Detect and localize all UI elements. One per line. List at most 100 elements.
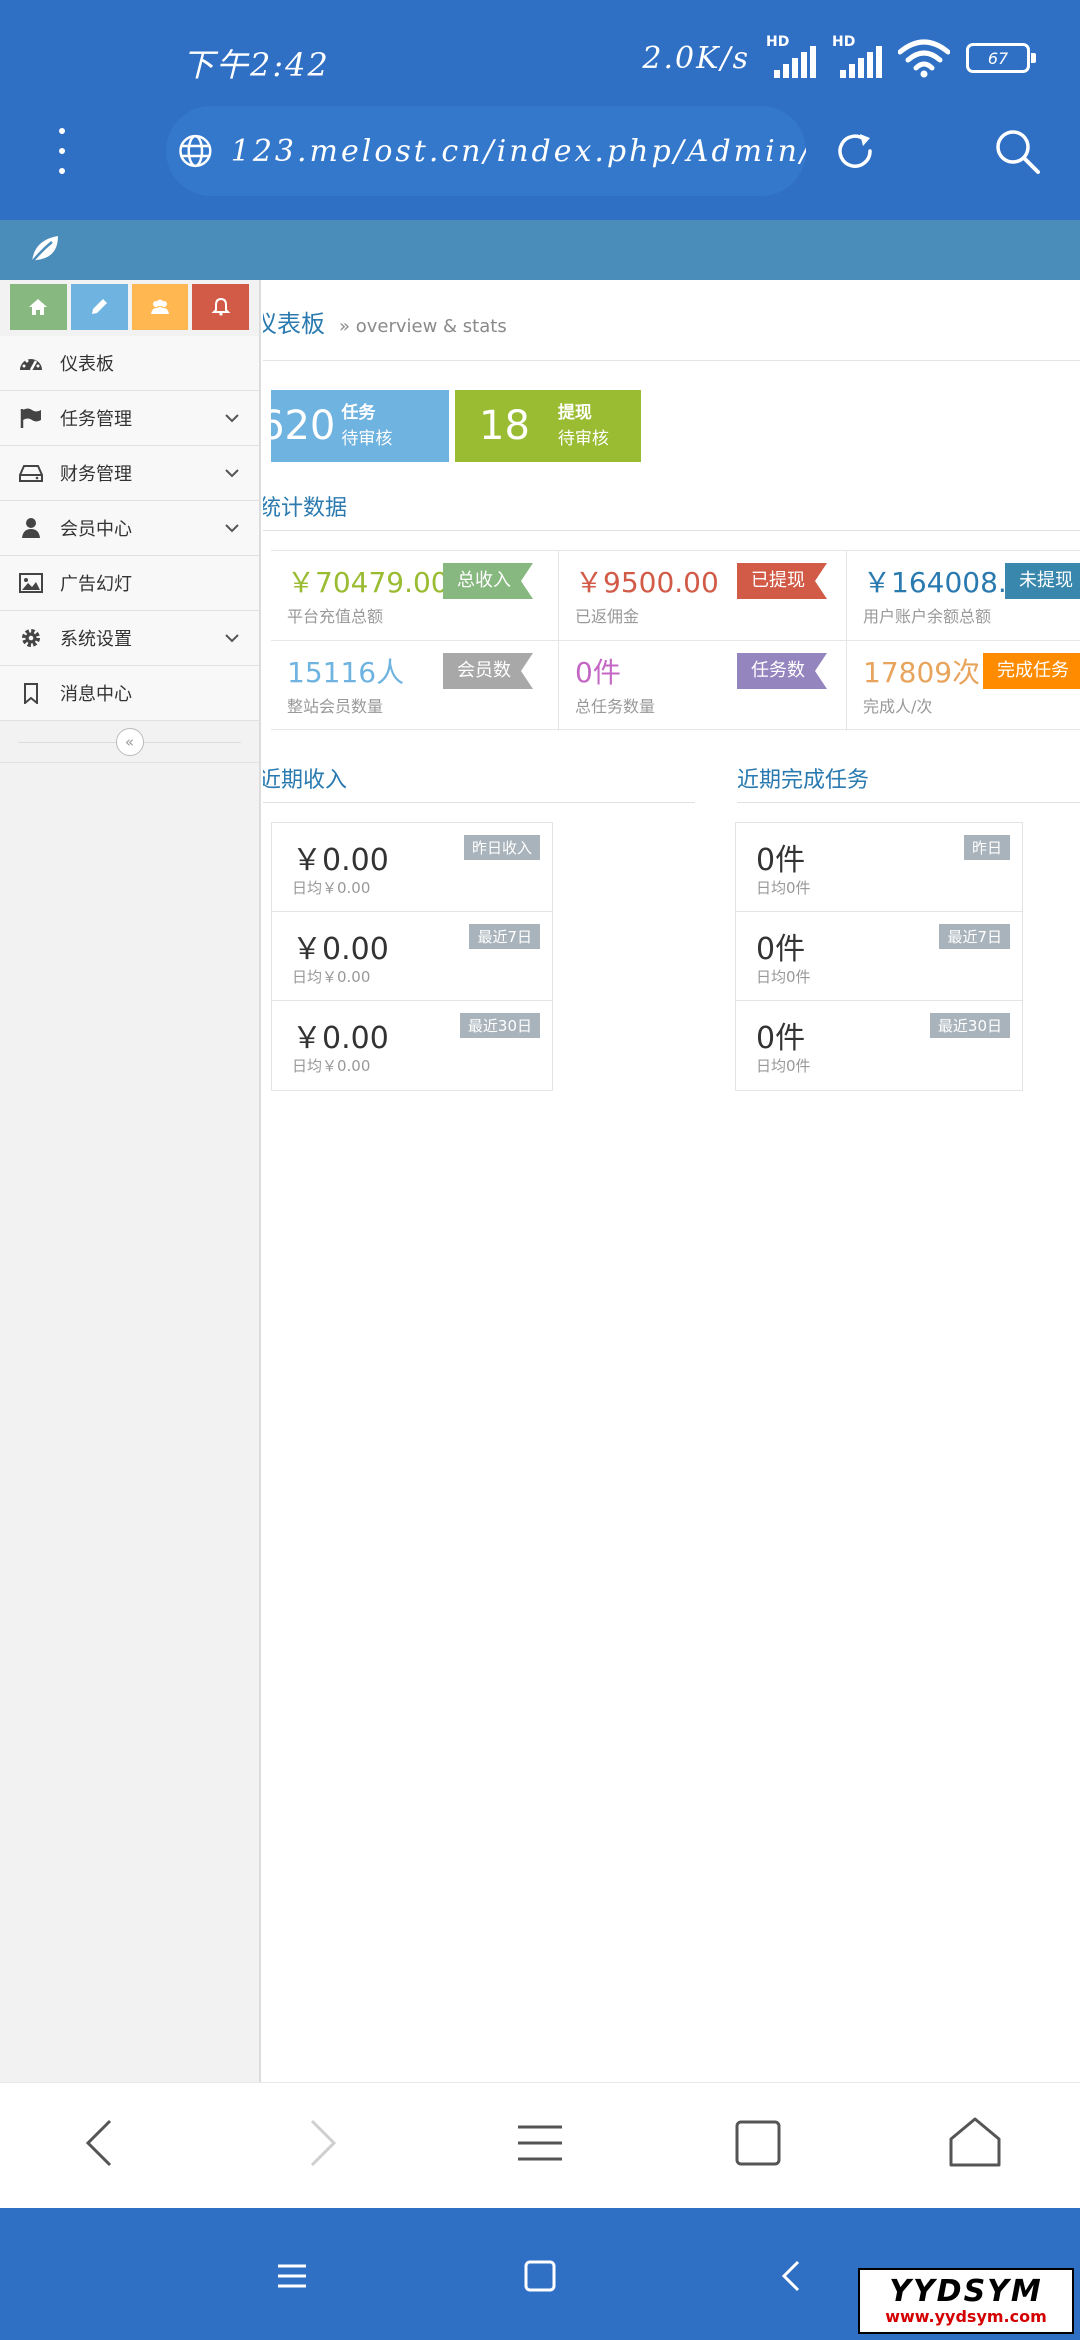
item-value: 0件 [756, 1021, 806, 1056]
url-bar[interactable]: 123.melost.cn/index.php/Admin/Index/ [166, 106, 806, 196]
info-box-sublabel: 待审核 [341, 429, 393, 449]
list-item: ￥0.00 日均￥0.00 昨日收入 [272, 823, 552, 912]
sidebar-item-label: 会员中心 [60, 519, 132, 540]
sidebar-collapse-button[interactable]: « [115, 727, 144, 756]
signal-icon: HD [832, 34, 882, 78]
stat-value: 17809次 [863, 656, 981, 689]
stat-badge: 总收入 [443, 563, 533, 599]
info-box-number: 620 [263, 403, 336, 449]
list-item: ￥0.00 日均￥0.00 最近7日 [272, 912, 552, 1001]
bookmark-icon [24, 683, 38, 704]
gear-icon [22, 629, 40, 647]
chevron-down-icon [225, 524, 239, 533]
stat-desc: 整站会员数量 [287, 697, 384, 716]
pencil-icon [92, 299, 108, 314]
browser-top-bar: 下午2:42 2.0K/s HD HD 67 123.melost.cn/ind… [0, 0, 1080, 220]
stats-divider [263, 530, 1080, 531]
sidebar-item-label: 仪表板 [60, 354, 114, 375]
battery-level: 67 [987, 48, 1009, 68]
chevron-down-icon [225, 634, 239, 643]
users-icon [150, 299, 169, 314]
back-icon[interactable] [772, 2256, 812, 2296]
drive-icon [19, 465, 43, 482]
recent-tasks-list: 0件 日均0件 昨日 0件 日均0件 最近7日 0件 日均0件 最近30日 [735, 822, 1023, 1091]
stat-value: ￥9500.00 [575, 566, 719, 599]
bell-icon [211, 297, 231, 316]
shortcut-home[interactable] [10, 284, 67, 330]
sidebar: 仪表板 任务管理 财务管理 会员中心 广告幻灯 系统设置 消息中心 « [0, 280, 261, 2082]
stat-value: 0件 [575, 656, 621, 689]
sidebar-item-ads[interactable]: 广告幻灯 [0, 556, 259, 611]
shortcut-notifications[interactable] [192, 284, 249, 330]
browser-menu-button[interactable] [50, 128, 74, 174]
sidebar-item-tasks[interactable]: 任务管理 [0, 391, 259, 446]
search-icon[interactable] [992, 126, 1042, 176]
item-desc: 日均0件 [756, 968, 811, 986]
item-value: ￥0.00 [292, 932, 389, 967]
net-speed: 2.0K/s [642, 40, 750, 76]
stat-desc: 总任务数量 [575, 697, 656, 716]
item-badge: 最近30日 [929, 1013, 1010, 1038]
image-icon [19, 573, 43, 593]
sidebar-item-dashboard[interactable]: 仪表板 [0, 336, 259, 391]
stat-members: 15116人 整站会员数量 会员数 [271, 641, 559, 731]
stat-desc: 用户账户余额总额 [863, 607, 992, 626]
list-item: 0件 日均0件 昨日 [736, 823, 1022, 912]
home-icon[interactable] [945, 2113, 1005, 2173]
sidebar-item-members[interactable]: 会员中心 [0, 501, 259, 556]
shortcut-edit[interactable] [70, 284, 128, 330]
sidebar-item-messages[interactable]: 消息中心 [0, 666, 259, 721]
list-item: ￥0.00 日均￥0.00 最近30日 [272, 1001, 552, 1090]
info-box-withdraw-pending[interactable]: 18 提现 待审核 [455, 390, 641, 462]
home-square-icon[interactable] [520, 2256, 560, 2296]
sidebar-collapse-row: « [0, 721, 259, 763]
stat-withdrawn: ￥9500.00 已返佣金 已提现 [559, 551, 847, 641]
menu-icon[interactable] [510, 2113, 570, 2173]
page-subtitle: » overview & stats [339, 316, 507, 337]
stat-completed: 17809次 完成人/次 完成任务 [847, 641, 1080, 731]
item-desc: 日均￥0.00 [292, 879, 371, 897]
header-divider [263, 360, 1080, 361]
flag-icon [20, 408, 41, 428]
item-desc: 日均0件 [756, 879, 811, 897]
status-icons: 2.0K/s HD HD 67 [642, 34, 1036, 78]
stat-not-withdrawn: ￥164008.70 用户账户余额总额 未提现 [847, 551, 1080, 641]
user-icon [22, 518, 40, 538]
dashboard-icon [20, 359, 42, 371]
page-title: 仪表板 [263, 310, 325, 338]
recent-income-divider [263, 802, 695, 803]
info-box-label: 提现 [557, 403, 592, 423]
info-box-label: 任务 [341, 403, 376, 423]
sidebar-shortcuts [0, 280, 259, 336]
tabs-icon[interactable] [728, 2113, 788, 2173]
sidebar-item-label: 广告幻灯 [60, 574, 132, 595]
recent-tasks-title: 近期完成任务 [737, 768, 870, 793]
stat-badge: 未提现 [1005, 563, 1080, 599]
double-chevron-left-icon: « [124, 732, 135, 751]
page-header: 仪表板 » overview & stats [263, 304, 507, 339]
sidebar-item-settings[interactable]: 系统设置 [0, 611, 259, 666]
recent-apps-icon[interactable] [272, 2256, 312, 2296]
browser-bottom-bar [0, 2082, 1080, 2208]
reload-icon[interactable] [832, 128, 878, 174]
item-value: 0件 [756, 932, 806, 967]
leaf-icon[interactable] [28, 232, 62, 266]
main-content: 仪表板 » overview & stats 620 任务待审核 18 提现 待审… [263, 280, 1080, 2082]
item-badge: 最近7日 [939, 924, 1010, 949]
shortcut-users[interactable] [131, 284, 189, 330]
url-text: 123.melost.cn/index.php/Admin/Index/ [230, 133, 806, 169]
stat-desc: 已返佣金 [575, 607, 640, 626]
stats-section-title: 统计数据 [263, 496, 348, 521]
stat-badge: 会员数 [443, 653, 533, 689]
forward-arrow-icon[interactable] [290, 2113, 350, 2173]
list-item: 0件 日均0件 最近30日 [736, 1001, 1022, 1090]
watermark-url: www.yydsym.com [885, 2307, 1047, 2326]
stat-value: 15116人 [287, 656, 405, 689]
item-value: 0件 [756, 843, 806, 878]
sidebar-item-finance[interactable]: 财务管理 [0, 446, 259, 501]
item-badge: 昨日收入 [463, 835, 540, 860]
info-box-tasks-pending[interactable]: 620 任务待审核 [263, 390, 449, 462]
back-arrow-icon[interactable] [72, 2113, 132, 2173]
stat-desc: 平台充值总额 [287, 607, 384, 626]
sidebar-item-label: 任务管理 [60, 409, 132, 430]
